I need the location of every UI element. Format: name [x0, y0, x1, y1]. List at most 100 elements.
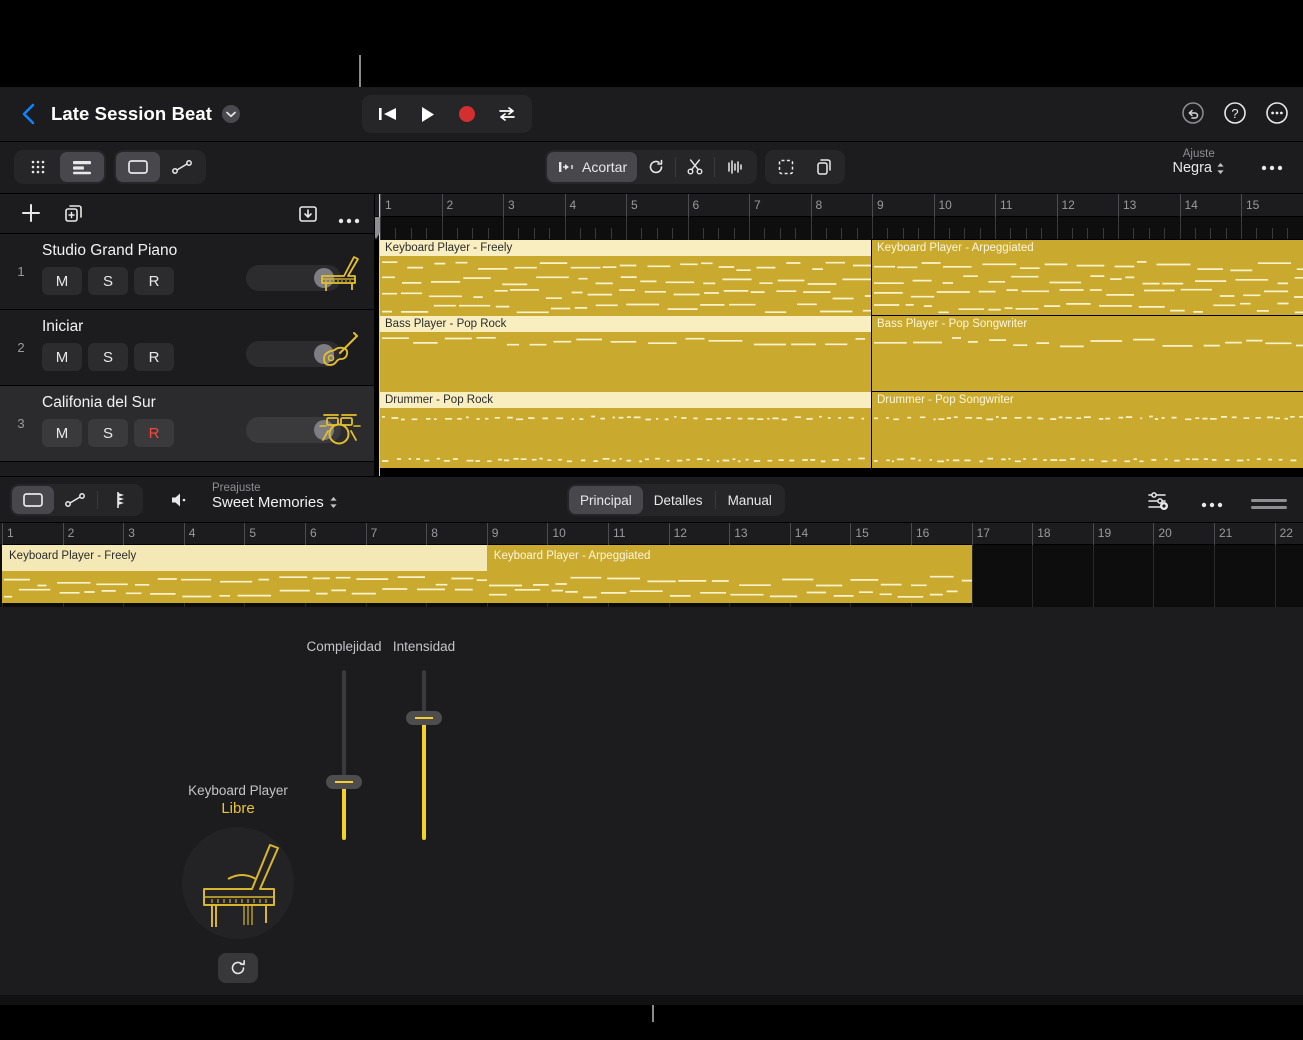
- solo-button[interactable]: S: [88, 267, 128, 295]
- add-track-plus-icon[interactable]: [20, 202, 42, 229]
- import-download-icon[interactable]: [297, 203, 319, 230]
- automation-curve-icon[interactable]: [54, 486, 96, 514]
- tracks-list-icon[interactable]: [60, 152, 104, 182]
- arrange-region[interactable]: Drummer - Pop Rock: [380, 392, 872, 468]
- editor-region[interactable]: Keyboard Player - Arpeggiated: [486, 545, 972, 603]
- mute-button[interactable]: M: [42, 343, 82, 371]
- plugin-controls-area: Keyboard Player Libre Complejidad Intens…: [0, 607, 1303, 995]
- automation-curve-icon[interactable]: [160, 152, 204, 182]
- fade-region-icon[interactable]: [715, 152, 755, 182]
- more-ellipsis-icon[interactable]: [1261, 158, 1283, 176]
- arrange-timeline[interactable]: 12345678910111213141516 Keyboard Player …: [375, 194, 1303, 476]
- arrange-lane[interactable]: Keyboard Player - Freely Keyboard Player …: [375, 239, 1303, 317]
- arrange-region[interactable]: Drummer - Pop Songwriter: [871, 391, 1303, 469]
- help-question-icon[interactable]: ?: [1223, 101, 1247, 125]
- arrange-lane[interactable]: Drummer - Pop Rock Drummer - Pop Songwrit…: [375, 391, 1303, 469]
- regenerate-refresh-icon[interactable]: [218, 953, 258, 983]
- region-midi-content: [380, 256, 871, 316]
- more-ellipsis-icon[interactable]: [338, 211, 360, 229]
- arrange-region[interactable]: Bass Player - Pop Rock: [380, 316, 872, 392]
- arrange-ruler[interactable]: 12345678910111213141516: [375, 194, 1303, 217]
- track-number: 1: [17, 264, 25, 279]
- chevron-down-icon[interactable]: [222, 105, 241, 123]
- tab-manual[interactable]: Manual: [717, 486, 783, 514]
- track-header-row[interactable]: 1 Studio Grand Piano M S R: [0, 234, 374, 310]
- secondary-toolbar: Acortar Ajuste Negra: [0, 142, 1303, 194]
- record-icon[interactable]: [448, 97, 486, 131]
- grand-piano-icon[interactable]: [318, 254, 360, 294]
- region-rectangle-icon[interactable]: [116, 152, 160, 182]
- slider-track[interactable]: [326, 670, 362, 840]
- solo-button[interactable]: S: [88, 343, 128, 371]
- trim-region-icon[interactable]: Acortar: [547, 152, 638, 182]
- player-style-value[interactable]: Libre: [178, 800, 298, 817]
- record-enable-button[interactable]: R: [134, 267, 174, 295]
- bass-guitar-icon[interactable]: [318, 330, 360, 370]
- record-enable-button[interactable]: R: [134, 419, 174, 447]
- browser-grid-icon[interactable]: [16, 152, 60, 182]
- editor-region[interactable]: Keyboard Player - Freely: [2, 545, 487, 603]
- editor-ruler-bar-number: 17: [976, 526, 990, 540]
- playhead[interactable]: [375, 194, 380, 476]
- record-enable-button[interactable]: R: [134, 343, 174, 371]
- beat-bar-line: [380, 217, 381, 240]
- grand-piano-icon[interactable]: [182, 827, 294, 939]
- arrange-region[interactable]: Keyboard Player - Freely: [380, 240, 872, 316]
- slider-thumb[interactable]: [406, 710, 442, 725]
- slider-thumb[interactable]: [326, 775, 362, 790]
- playhead-handle[interactable]: [375, 217, 380, 239]
- arrange-beat-ruler[interactable]: [375, 217, 1303, 240]
- beat-bar-line: [1179, 217, 1181, 240]
- duplicate-track-icon[interactable]: [63, 203, 85, 230]
- beat-bar-line: [564, 217, 566, 240]
- duplicate-copy-icon[interactable]: [805, 152, 843, 182]
- mute-button[interactable]: M: [42, 267, 82, 295]
- beat-tick: [1071, 228, 1073, 239]
- preset-value-row[interactable]: Sweet Memories: [212, 494, 338, 511]
- play-icon[interactable]: [408, 97, 446, 131]
- more-ellipsis-icon[interactable]: [1201, 495, 1223, 513]
- snap-value-row[interactable]: Negra: [1173, 160, 1226, 176]
- track-header-row[interactable]: 2 Iniciar M S R: [0, 310, 374, 386]
- mute-button[interactable]: M: [42, 419, 82, 447]
- loop-region-icon[interactable]: [637, 152, 675, 182]
- scissors-split-icon[interactable]: [676, 152, 714, 182]
- track-header-row[interactable]: 3 Califonia del Sur M S R: [0, 386, 374, 462]
- editor-region-lane[interactable]: Keyboard Player - Freely Keyboard Player …: [0, 545, 1303, 607]
- beat-tick: [641, 228, 643, 239]
- score-notes-icon[interactable]: [99, 486, 141, 514]
- editor-ruler[interactable]: 1 2 3 4 5 6 7 8 9 10 11 12 13 14 15 16 17 18 19 20 21 22: [0, 523, 1303, 545]
- tab-principal[interactable]: Principal: [569, 486, 643, 514]
- undo-icon[interactable]: [1181, 101, 1205, 125]
- beat-tick: [1148, 228, 1150, 239]
- speaker-volume-icon[interactable]: [170, 491, 192, 514]
- preset-selector[interactable]: Preajuste Sweet Memories: [212, 482, 338, 511]
- region-rectangle-icon[interactable]: [12, 486, 54, 514]
- drum-kit-icon[interactable]: [318, 406, 361, 446]
- back-chevron-icon[interactable]: [18, 101, 38, 127]
- editor-ruler-bar-number: 19: [1097, 526, 1112, 540]
- beat-tick: [1025, 228, 1027, 239]
- ruler-bar-number: 2: [446, 198, 454, 212]
- editor-ruler-tick: 11: [608, 523, 625, 545]
- drag-handle-icon[interactable]: [1251, 498, 1287, 509]
- editor-bar-line: [1274, 545, 1276, 607]
- arrange-region[interactable]: Bass Player - Pop Songwriter: [871, 315, 1303, 393]
- arrange-region[interactable]: Keyboard Player - Arpeggiated: [871, 239, 1303, 317]
- snap-setting[interactable]: Ajuste Negra: [1173, 148, 1226, 176]
- sliders-filter-icon[interactable]: [1147, 490, 1173, 517]
- ruler-bar-tick: 7: [749, 194, 761, 217]
- editor-ruler-tick: 8: [426, 523, 438, 545]
- editor-ruler-tick: 13: [729, 523, 748, 545]
- tab-detalles[interactable]: Detalles: [643, 486, 714, 514]
- region-midi-content: [380, 408, 871, 468]
- marquee-select-icon[interactable]: [767, 152, 805, 182]
- slider-track[interactable]: [406, 670, 442, 840]
- beat-tick: [918, 228, 920, 239]
- arrange-lane[interactable]: Bass Player - Pop Rock Bass Player - Pop …: [375, 315, 1303, 393]
- rewind-to-start-icon[interactable]: [368, 97, 406, 131]
- editor-ruler-bar-number: 11: [613, 526, 626, 540]
- solo-button[interactable]: S: [88, 419, 128, 447]
- more-ellipsis-icon[interactable]: [1265, 101, 1289, 125]
- cycle-loop-icon[interactable]: [488, 97, 526, 131]
